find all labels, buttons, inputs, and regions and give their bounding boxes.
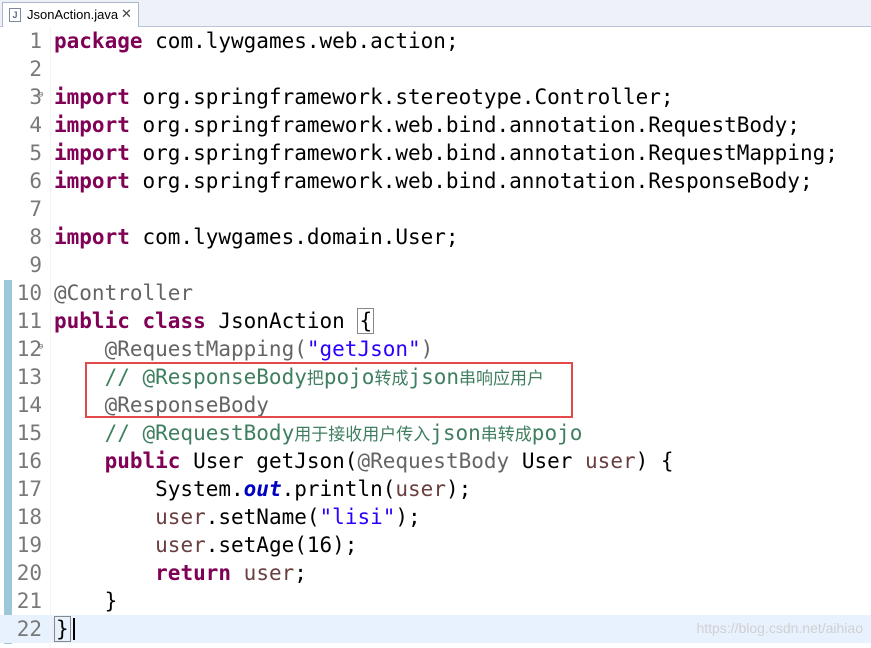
code-line: 12 ⊖ @RequestMapping("getJson") <box>0 335 871 363</box>
line-number: 8 <box>29 225 42 249</box>
code-line: 8 import com.lywgames.domain.User; <box>0 223 871 251</box>
line-number: 5 <box>29 141 42 165</box>
code-line: 7 <box>0 195 871 223</box>
code-text: } <box>54 589 118 613</box>
code-text: package com.lywgames.web.action; <box>54 29 459 53</box>
code-line: 3 ⊖ import org.springframework.stereotyp… <box>0 83 871 111</box>
line-number: 20 <box>16 561 42 585</box>
code-text: @RequestMapping("getJson") <box>54 337 434 361</box>
code-text: public class JsonAction { <box>54 308 375 334</box>
code-text: System.out.println(user); <box>54 477 472 501</box>
fold-toggle-icon[interactable]: ⊖ <box>38 90 43 100</box>
code-text: } <box>54 616 75 642</box>
line-number: 4 <box>29 113 42 137</box>
code-line: 16 public User getJson(@RequestBody User… <box>0 447 871 475</box>
code-text: public User getJson(@RequestBody User us… <box>104 449 674 473</box>
code-line: 1 package com.lywgames.web.action; <box>0 27 871 55</box>
line-number: 9 <box>29 253 42 277</box>
code-text: import org.springframework.web.bind.anno… <box>54 169 813 193</box>
line-number: 14 <box>16 393 42 417</box>
tab-label: JsonAction.java <box>27 7 119 22</box>
code-text: import org.springframework.web.bind.anno… <box>54 113 800 137</box>
code-comment: // @RequestBody用于接收用户传入json串转成pojo <box>54 421 583 445</box>
code-line: 21 } <box>0 587 871 615</box>
code-text: user.setName("lisi"); <box>155 505 421 529</box>
code-line: 17 System.out.println(user); <box>0 475 871 503</box>
line-number: 21 <box>16 589 42 613</box>
code-line: 11 public class JsonAction { <box>0 307 871 335</box>
close-icon[interactable]: ✕ <box>121 6 132 22</box>
code-line: 4 import org.springframework.web.bind.an… <box>0 111 871 139</box>
code-line: 15 // @RequestBody用于接收用户传入json串转成pojo <box>0 419 871 447</box>
code-line: 18 user.setName("lisi"); <box>0 503 871 531</box>
code-line: 2 <box>0 55 871 83</box>
code-line: 20 return user; <box>0 559 871 587</box>
code-line: 5 import org.springframework.web.bind.an… <box>0 139 871 167</box>
line-number: 1 <box>29 29 42 53</box>
line-number: 13 <box>16 365 42 389</box>
line-number: 10 <box>16 281 42 305</box>
watermark: https://blog.csdn.net/aihiao <box>696 620 863 636</box>
code-text: import com.lywgames.domain.User; <box>54 225 459 249</box>
code-line: 10 @Controller <box>0 279 871 307</box>
code-editor[interactable]: 1 package com.lywgames.web.action; 2 3 ⊖… <box>0 27 871 648</box>
tab-jsonaction-java[interactable]: J JsonAction.java ✕ <box>2 2 139 27</box>
line-number: 22 <box>16 617 42 641</box>
line-number: 18 <box>16 505 42 529</box>
line-number: 7 <box>29 197 42 221</box>
line-number: 16 <box>16 449 42 473</box>
line-number: 19 <box>16 533 42 557</box>
line-number: 17 <box>16 477 42 501</box>
code-text: return user; <box>155 561 307 585</box>
code-line: 19 user.setAge(16); <box>0 531 871 559</box>
editor-tab-bar: J JsonAction.java ✕ <box>0 0 871 27</box>
code-text: user.setAge(16); <box>155 533 358 557</box>
code-line: 6 import org.springframework.web.bind.an… <box>0 167 871 195</box>
text-caret <box>72 618 75 640</box>
fold-toggle-icon[interactable]: ⊖ <box>38 342 43 352</box>
code-line: 9 <box>0 251 871 279</box>
line-number: 11 <box>16 309 42 333</box>
annotation-highlight-box <box>85 362 573 418</box>
code-text: import org.springframework.stereotype.Co… <box>54 85 674 109</box>
java-file-icon: J <box>9 8 21 22</box>
code-text: @Controller <box>54 281 194 305</box>
line-number: 15 <box>16 421 42 445</box>
line-number: 6 <box>29 169 42 193</box>
code-text: import org.springframework.web.bind.anno… <box>54 141 838 165</box>
line-number: 2 <box>29 57 42 81</box>
